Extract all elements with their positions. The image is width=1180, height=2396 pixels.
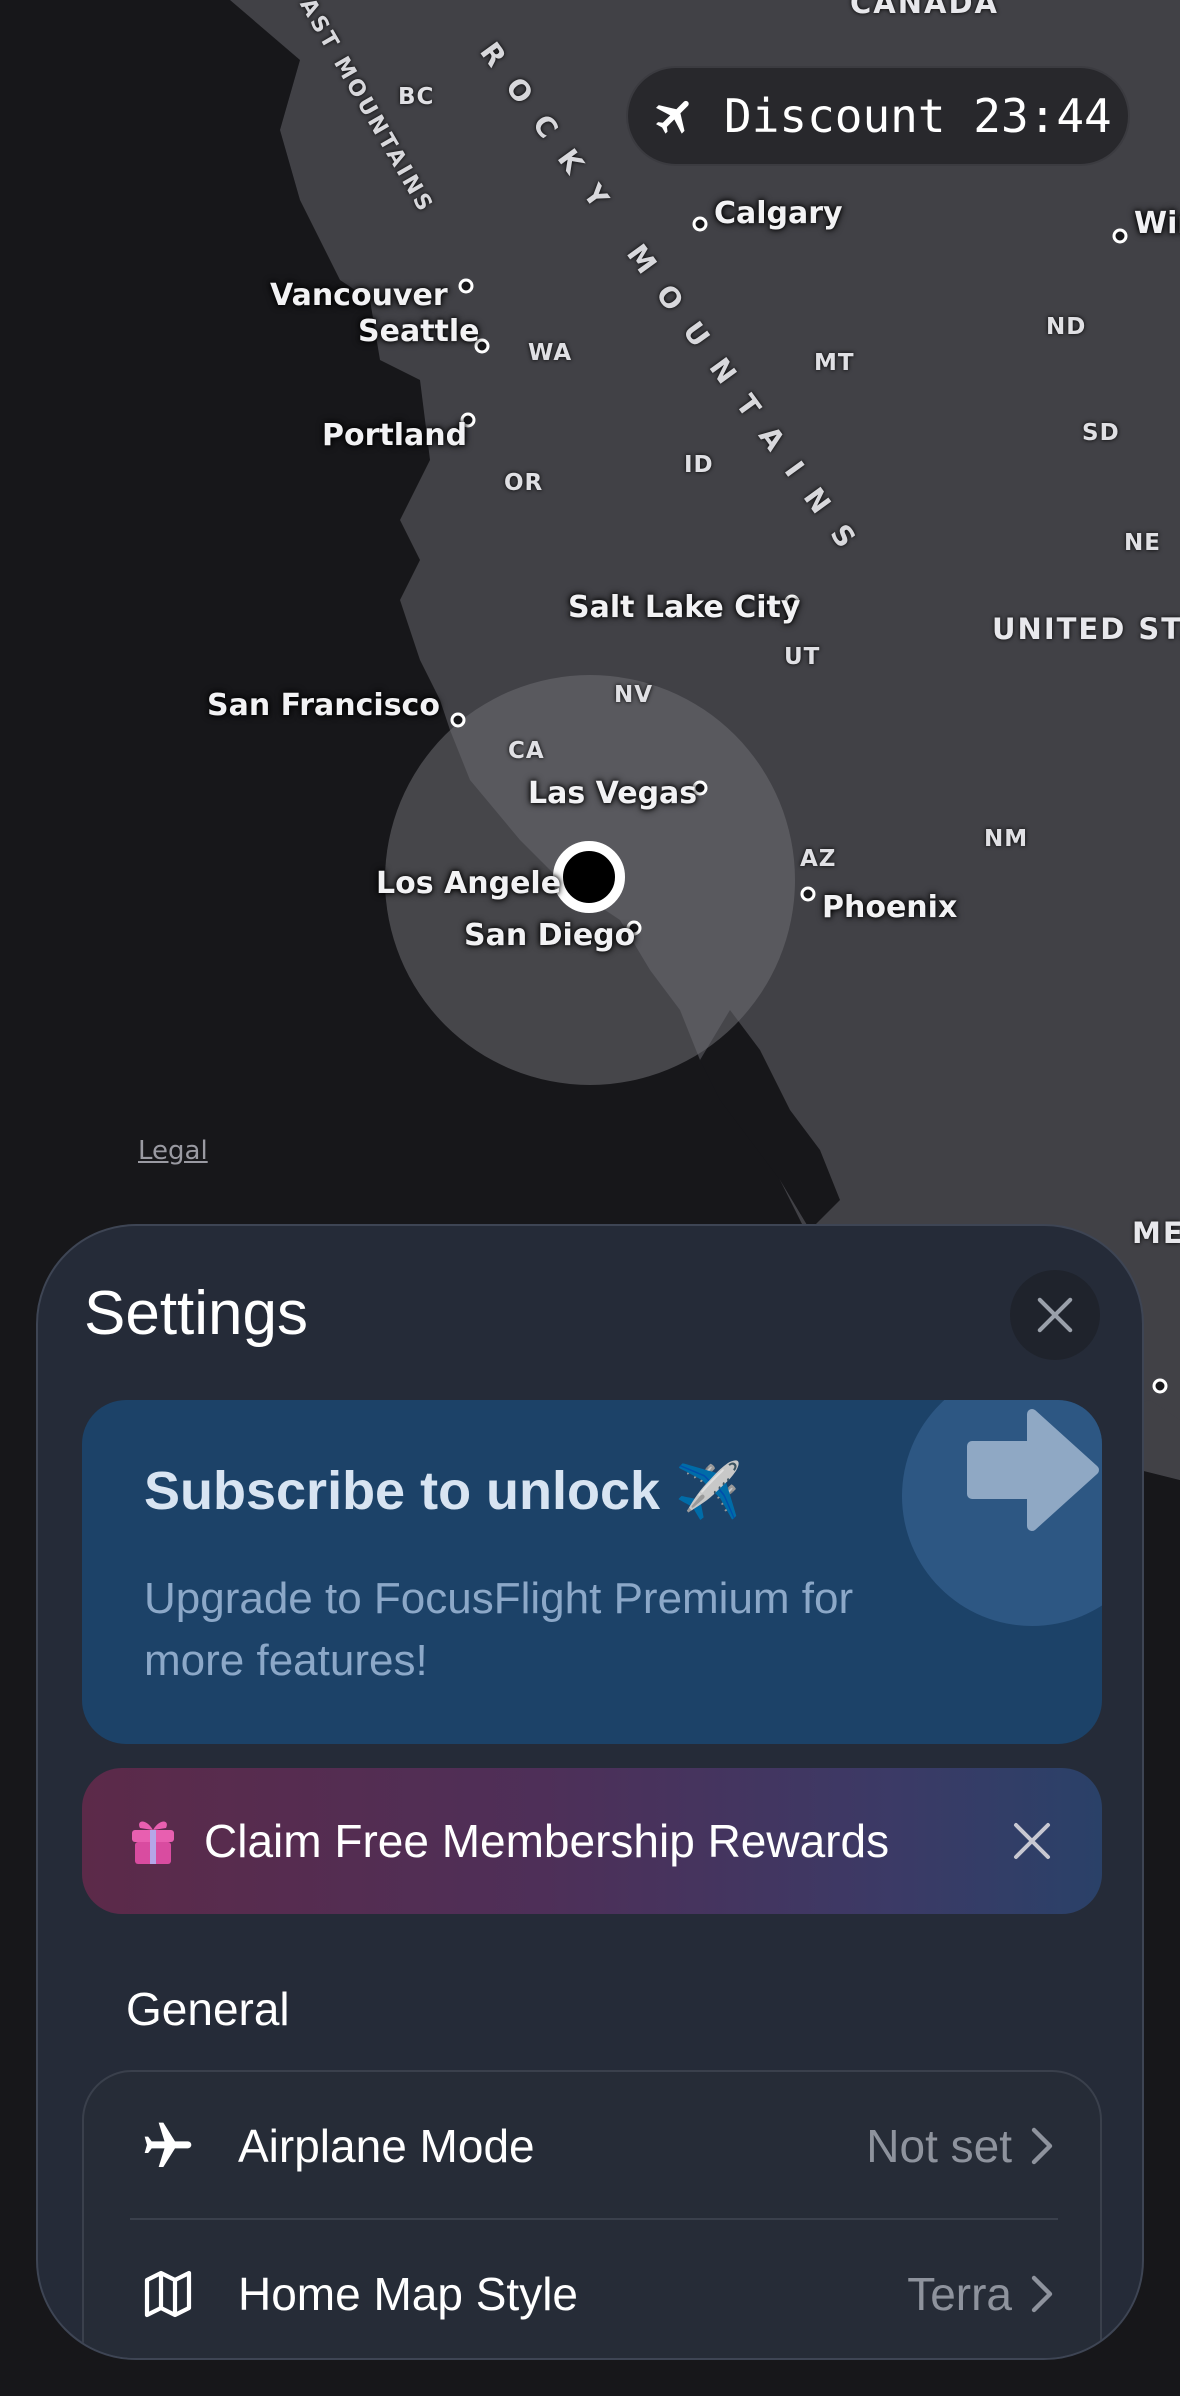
country-usa: UNITED STA (992, 612, 1180, 646)
legal-link[interactable]: Legal (138, 1136, 208, 1166)
city-las-vegas: Las Vegas (528, 776, 698, 811)
setting-label: Airplane Mode (238, 2120, 535, 2172)
city-calgary: Calgary (714, 196, 843, 231)
settings-sheet: Settings Subscribe to unlock ✈️ Upgrade … (36, 1224, 1144, 2360)
airplane-icon (656, 100, 689, 134)
setting-value: Not set (866, 2120, 1012, 2172)
claim-rewards-label: Claim Free Membership Rewards (204, 1815, 890, 1867)
city-salt-lake-city: Salt Lake City (568, 590, 801, 625)
city-portland: Portland (322, 418, 468, 453)
subscribe-title: Subscribe to unlock ✈️ (144, 1461, 743, 1521)
city-winnipeg: Wir (1134, 206, 1180, 241)
state-nm: NM (984, 826, 1029, 852)
chevron-right-icon (1031, 2127, 1053, 2165)
state-sd: SD (1082, 420, 1120, 446)
city-san-diego: San Diego (464, 918, 636, 953)
airplane-icon (144, 2122, 192, 2167)
state-ne: NE (1124, 530, 1161, 556)
setting-row-home-map-style[interactable]: Home Map Style Terra (84, 2220, 1100, 2358)
close-icon[interactable] (1012, 1821, 1052, 1861)
state-ut: UT (784, 644, 821, 670)
settings-title: Settings (84, 1279, 309, 1348)
discount-timer: Discount 23:44 (724, 89, 1112, 143)
section-header-general: General (126, 1983, 290, 2035)
subscribe-card[interactable]: Subscribe to unlock ✈️ Upgrade to FocusF… (82, 1400, 1102, 1744)
state-wa: WA (528, 340, 573, 366)
state-az: AZ (800, 846, 837, 872)
general-settings-list: Airplane Mode Not set Home Map Style Ter… (82, 2070, 1102, 2358)
map-icon (144, 2270, 192, 2318)
discount-pill[interactable]: Discount 23:44 (626, 66, 1130, 166)
state-or: OR (504, 470, 544, 496)
claim-rewards-banner[interactable]: Claim Free Membership Rewards (82, 1768, 1102, 1914)
city-phoenix: Phoenix (822, 890, 958, 925)
city-vancouver: Vancouver (270, 278, 448, 313)
setting-value: Terra (907, 2268, 1012, 2320)
gift-icon (132, 1821, 174, 1864)
city-san-francisco: San Francisco (207, 688, 440, 723)
state-bc: BC (398, 84, 435, 110)
chevron-right-icon (1031, 2275, 1053, 2313)
country-canada: CANADA (850, 0, 999, 20)
close-icon (1037, 1297, 1073, 1333)
arrow-right-icon (967, 1409, 1099, 1531)
state-id: ID (684, 452, 714, 478)
city-los-angeles: Los Angele (376, 866, 562, 901)
state-nd: ND (1046, 314, 1087, 340)
user-location-marker[interactable] (553, 841, 625, 913)
state-mt: MT (814, 350, 855, 376)
setting-label: Home Map Style (238, 2268, 579, 2320)
city-seattle: Seattle (358, 314, 480, 349)
close-button[interactable] (1010, 1270, 1100, 1360)
subscribe-description: Upgrade to FocusFlight Premium for more … (144, 1574, 854, 1685)
setting-row-airplane-mode[interactable]: Airplane Mode Not set (84, 2072, 1100, 2220)
state-nv: NV (614, 682, 654, 708)
state-ca: CA (508, 738, 545, 764)
country-mexico: MEX (1132, 1216, 1180, 1250)
